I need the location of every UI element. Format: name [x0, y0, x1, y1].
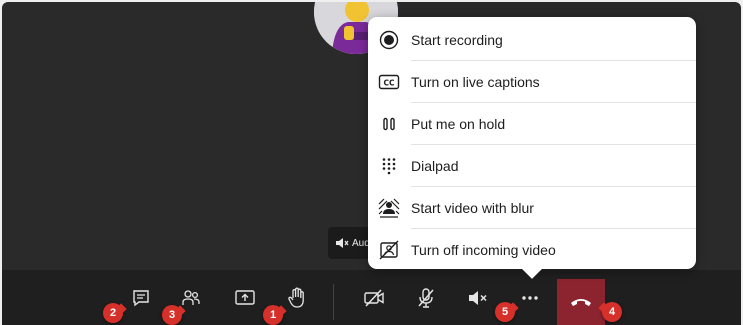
menu-item-label: Dialpad	[411, 158, 459, 174]
share-screen-icon	[235, 290, 255, 305]
mic-toggle-button[interactable]	[409, 282, 443, 314]
svg-text:CC: CC	[383, 78, 395, 87]
menu-item-incoming-video-off[interactable]: Turn off incoming video	[368, 229, 696, 271]
annotation-badge-5: 5	[495, 302, 515, 322]
dialpad-icon	[378, 155, 400, 177]
people-icon	[182, 290, 200, 305]
record-icon	[378, 29, 400, 51]
hold-icon	[378, 113, 400, 135]
menu-item-label: Turn off incoming video	[411, 242, 556, 258]
blur-video-icon	[378, 197, 400, 219]
menu-item-label: Start video with blur	[411, 200, 534, 216]
menu-item-video-with-blur[interactable]: Start video with blur	[368, 187, 696, 229]
share-screen-button[interactable]	[228, 282, 262, 314]
speaker-muted-icon	[336, 238, 349, 248]
more-options-button[interactable]	[513, 282, 547, 314]
chat-icon	[133, 290, 149, 307]
menu-item-label: Start recording	[411, 32, 503, 48]
hang-up-button[interactable]	[557, 279, 605, 325]
chat-button[interactable]	[124, 282, 158, 314]
menu-item-live-captions[interactable]: CC Turn on live captions	[368, 61, 696, 103]
speaker-muted-icon	[469, 291, 487, 305]
mic-off-icon	[418, 288, 434, 308]
raise-hand-icon	[288, 287, 304, 308]
hang-up-icon	[571, 299, 591, 306]
camera-off-icon	[364, 289, 384, 307]
captions-icon: CC	[378, 71, 400, 93]
menu-item-start-recording[interactable]: Start recording	[368, 19, 696, 61]
speaker-toggle-button[interactable]	[461, 282, 495, 314]
incoming-video-off-icon	[378, 239, 400, 261]
call-toolbar: 2 3 1 5 4	[2, 270, 741, 325]
annotation-badge-2: 2	[103, 303, 123, 323]
annotation-badge-1: 1	[263, 305, 283, 325]
menu-item-put-on-hold[interactable]: Put me on hold	[368, 103, 696, 145]
menu-item-label: Turn on live captions	[411, 74, 540, 90]
annotation-badge-3: 3	[162, 305, 182, 325]
menu-item-label: Put me on hold	[411, 116, 506, 132]
more-options-icon	[522, 296, 538, 300]
more-options-menu: Start recording CC Turn on live captions…	[368, 17, 696, 269]
menu-item-dialpad[interactable]: Dialpad	[368, 145, 696, 187]
call-window: Aud 2 3 1 5 4 Start recording CC Turn on…	[2, 2, 741, 325]
annotation-badge-4: 4	[602, 302, 622, 322]
toolbar-divider	[333, 284, 334, 320]
camera-toggle-button[interactable]	[357, 282, 391, 314]
